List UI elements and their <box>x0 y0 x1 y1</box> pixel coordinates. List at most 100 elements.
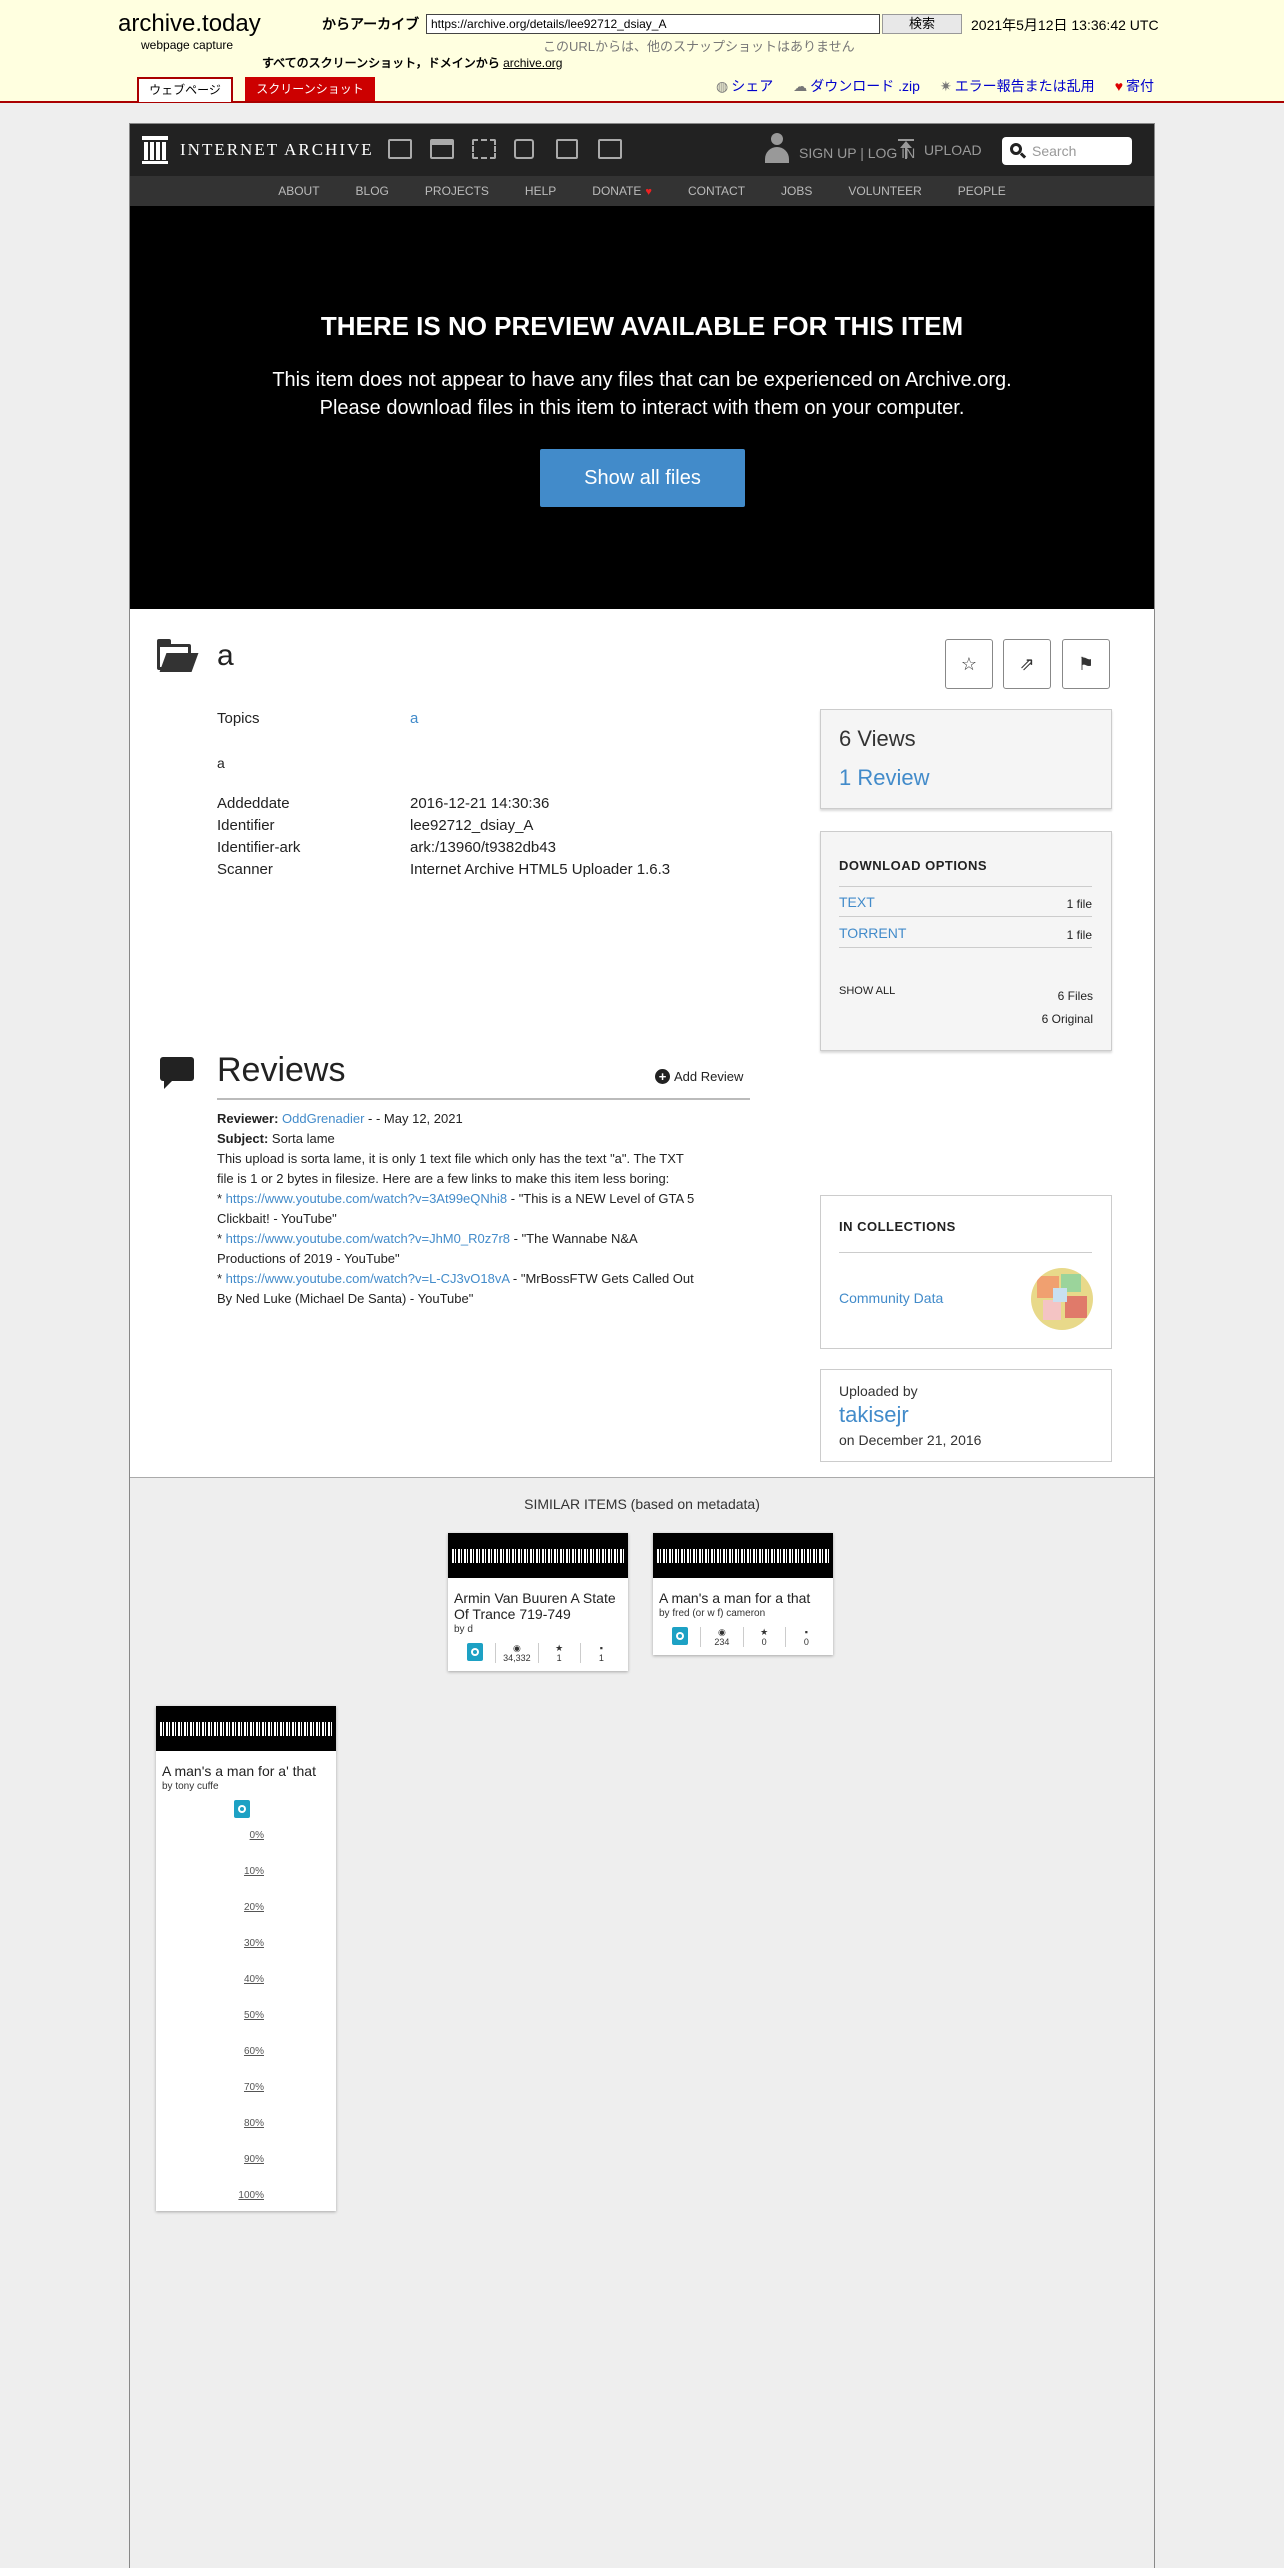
review-body-line1: This upload is sorta lame, it is only 1 … <box>217 1151 684 1166</box>
subnav-help[interactable]: HELP <box>507 184 574 198</box>
texts-icon[interactable] <box>430 139 454 159</box>
favorite-button[interactable]: ☆ <box>945 639 993 689</box>
audio-icon[interactable] <box>514 139 534 159</box>
card-title: A man's a man for a' that <box>162 1763 316 1779</box>
flag-button[interactable]: ⚑ <box>1062 639 1110 689</box>
percent-link[interactable]: 90% <box>156 2154 264 2165</box>
review-link3-desc: - "MrBossFTW Gets Called Out <box>509 1271 694 1286</box>
ia-logo-text: INTERNET ARCHIVE <box>180 140 374 159</box>
review-link3-row: * https://www.youtube.com/watch?v=L-CJ3v… <box>217 1271 694 1286</box>
add-review-button[interactable]: + Add Review <box>655 1069 743 1084</box>
subnav-blog[interactable]: BLOG <box>338 184 407 198</box>
donate-action[interactable]: ♥ 寄付 <box>1115 76 1154 96</box>
percent-link[interactable]: 20% <box>156 1902 264 1913</box>
subnav-about[interactable]: ABOUT <box>260 184 337 198</box>
subnav-contact[interactable]: CONTACT <box>670 184 763 198</box>
reviews-count-link[interactable]: 1 Review <box>839 765 929 791</box>
percent-link[interactable]: 50% <box>156 2010 264 2021</box>
show-all-link[interactable]: SHOW ALL <box>839 985 895 997</box>
percent-link[interactable]: 30% <box>156 1938 264 1949</box>
similar-item-card[interactable]: Armin Van Buuren A State Of Trance 719-74… <box>448 1533 628 1671</box>
tab-screenshot[interactable]: スクリーンショット <box>245 77 375 101</box>
percent-link[interactable]: 0% <box>156 1830 264 1841</box>
upload-link[interactable]: UPLOAD <box>898 139 982 159</box>
review-link3[interactable]: https://www.youtube.com/watch?v=L-CJ3vO1… <box>226 1271 510 1286</box>
meta-topics-link[interactable]: a <box>410 710 418 727</box>
archived-page-frame: INTERNET ARCHIVE SIGN UP | LOG IN UPLOAD… <box>129 123 1155 2568</box>
views-value: 234 <box>714 1637 730 1647</box>
views-stat: ◉ 34,332 <box>495 1643 537 1663</box>
tab-webpage[interactable]: ウェブページ <box>137 77 233 102</box>
download-text-link[interactable]: TEXT <box>839 894 875 910</box>
upload-label: UPLOAD <box>924 142 982 158</box>
percent-link[interactable]: 40% <box>156 1974 264 1985</box>
software-icon[interactable] <box>556 139 578 159</box>
eye-icon: ◉ <box>717 1627 726 1637</box>
no-preview-line1: This item does not appear to have any fi… <box>272 369 1012 391</box>
meta-scanner-value: Internet Archive HTML5 Uploader 1.6.3 <box>410 861 671 878</box>
subnav-projects[interactable]: PROJECTS <box>407 184 507 198</box>
percent-link[interactable]: 80% <box>156 2118 264 2129</box>
meta-addeddate: Addeddate 2016-12-21 14:30:36 <box>217 795 549 812</box>
audio-icon <box>466 1643 483 1661</box>
views-box: 6 Views 1 Review <box>820 709 1112 809</box>
search-placeholder: Search <box>1032 143 1077 159</box>
percent-link[interactable]: 70% <box>156 2082 264 2093</box>
ia-search-input[interactable]: Search <box>1002 137 1132 165</box>
meta-scanner-label: Scanner <box>217 861 273 878</box>
archive-url-input[interactable]: https://archive.org/details/lee92712_dsi… <box>426 14 880 34</box>
collections-divider <box>839 1252 1092 1253</box>
media-type <box>659 1627 700 1647</box>
web-icon[interactable] <box>388 139 412 159</box>
percent-link[interactable]: 100% <box>156 2190 264 2201</box>
reviews-heading: Reviews <box>217 1051 346 1089</box>
images-icon[interactable] <box>598 139 622 159</box>
archive-today-logo[interactable]: archive.today <box>118 10 261 38</box>
star-icon: ☆ <box>960 653 978 674</box>
review-link1[interactable]: https://www.youtube.com/watch?v=3At99eQN… <box>226 1191 507 1206</box>
subnav-donate[interactable]: DONATE ♥ <box>574 184 670 198</box>
all-snapshots-domain-link[interactable]: archive.org <box>503 56 562 70</box>
reviewer-link[interactable]: OddGrenadier <box>282 1111 364 1126</box>
review-link1-desc: - "This is a NEW Level of GTA 5 <box>507 1191 695 1206</box>
similar-item-card[interactable]: A man's a man for a that by fred (or w f… <box>653 1533 833 1655</box>
meta-topics: Topics a <box>217 710 418 727</box>
collection-link[interactable]: Community Data <box>839 1290 943 1306</box>
subnav-jobs[interactable]: JOBS <box>763 184 830 198</box>
download-torrent[interactable]: TORRENT 1 file <box>839 925 1092 948</box>
percent-link[interactable]: 60% <box>156 2046 264 2057</box>
download-action[interactable]: ☁ ダウンロード .zip <box>793 76 920 96</box>
video-icon[interactable] <box>472 139 496 159</box>
meta-addeddate-label: Addeddate <box>217 795 290 812</box>
signup-login-link[interactable]: SIGN UP | LOG IN <box>765 133 915 165</box>
review-subject: Subject: Sorta lame <box>217 1129 757 1149</box>
archive-search-button[interactable]: 検索 <box>882 14 962 34</box>
meta-identifier-label: Identifier <box>217 817 275 834</box>
subnav-people[interactable]: PEOPLE <box>940 184 1024 198</box>
subnav-volunteer[interactable]: VOLUNTEER <box>830 184 939 198</box>
percent-link[interactable]: 10% <box>156 1866 264 1877</box>
meta-identifier-ark-value: ark:/13960/t9382db43 <box>410 839 556 856</box>
favs-stat: ★ 1 <box>537 1643 580 1663</box>
share-action[interactable]: ◍ シェア <box>716 76 773 96</box>
card-title-line2: Of Trance 719-749 <box>454 1606 571 1622</box>
folder-icon <box>157 639 199 672</box>
show-all-files-button[interactable]: Show all files <box>540 449 745 507</box>
collection-thumbnail[interactable] <box>1031 1268 1093 1330</box>
share-button[interactable]: ⇗ <box>1003 639 1051 689</box>
report-label: エラー報告または乱用 <box>954 78 1095 94</box>
item-details: a ☆ ⇗ ⚑ Topics a a Addeddate 2016-12-21 14… <box>130 609 1154 1509</box>
similar-item-card[interactable]: A man's a man for a' that by tony cuffe … <box>156 1706 336 2211</box>
ia-logo[interactable]: INTERNET ARCHIVE <box>142 136 374 164</box>
meta-identifier-value: lee92712_dsiay_A <box>410 817 534 834</box>
review-reviewer: Reviewer: OddGrenadier - - May 12, 2021 <box>217 1109 757 1129</box>
plus-icon: + <box>655 1069 670 1084</box>
download-text[interactable]: TEXT 1 file <box>839 894 1092 917</box>
review-link2[interactable]: https://www.youtube.com/watch?v=JhM0_R0z… <box>226 1231 510 1246</box>
report-action[interactable]: ✷ エラー報告または乱用 <box>940 76 1095 96</box>
card-author: by d <box>454 1624 473 1635</box>
download-torrent-link[interactable]: TORRENT <box>839 925 906 941</box>
download-divider <box>839 886 1092 887</box>
review-date: - - May 12, 2021 <box>364 1111 463 1126</box>
uploader-link[interactable]: takisejr <box>839 1402 909 1428</box>
